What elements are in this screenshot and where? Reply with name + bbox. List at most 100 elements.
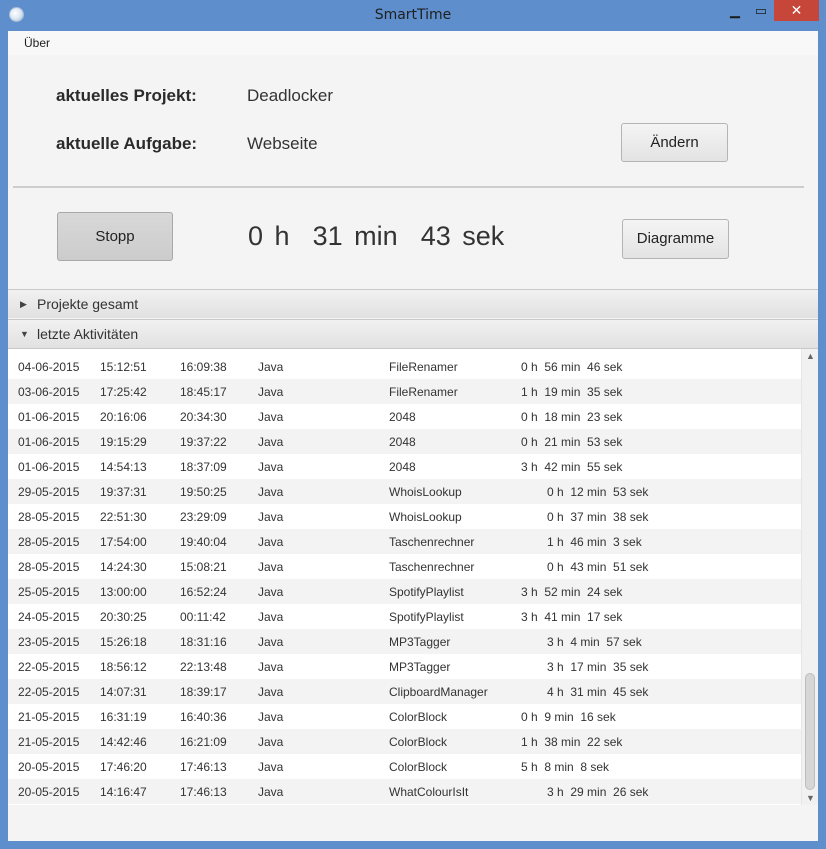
cell-end: 18:45:17 bbox=[180, 385, 227, 399]
cell-date: 20-05-2015 bbox=[18, 760, 80, 774]
table-row[interactable]: 29-05-2015 19:37:31 19:50:25 Java WhoisLooku… bbox=[8, 479, 801, 504]
cell-date: 22-05-2015 bbox=[18, 685, 80, 699]
cell-duration: 3 h 4 min 57 sek bbox=[547, 635, 642, 649]
change-button[interactable]: Ändern bbox=[621, 123, 728, 162]
close-button[interactable]: ✕ bbox=[774, 0, 819, 21]
cell-start: 18:56:12 bbox=[100, 660, 147, 674]
cell-category: Java bbox=[258, 635, 284, 649]
table-row[interactable]: 01-06-2015 20:16:06 20:34:30 Java 2048 0 h 18… bbox=[8, 404, 801, 429]
table-row[interactable]: 21-05-2015 16:31:19 16:40:36 Java ColorBlock… bbox=[8, 704, 801, 729]
cell-date: 03-06-2015 bbox=[18, 385, 80, 399]
table-row[interactable]: 23-05-2015 15:26:18 18:31:16 Java MP3Tagger 3… bbox=[8, 629, 801, 654]
cell-category: Java bbox=[258, 760, 284, 774]
table-row[interactable]: 22-05-2015 18:56:12 22:13:48 Java MP3Tagger 3… bbox=[8, 654, 801, 679]
current-project-label: aktuelles Projekt: bbox=[56, 86, 197, 105]
section-recent-activities[interactable]: ▼ letzte Aktivitäten bbox=[8, 319, 818, 348]
cell-project: 2048 bbox=[389, 460, 416, 474]
cell-project: 2048 bbox=[389, 410, 416, 424]
minimize-button[interactable]: ▁ bbox=[722, 0, 748, 21]
cell-start: 16:31:19 bbox=[100, 710, 147, 724]
cell-start: 15:12:51 bbox=[100, 360, 147, 374]
menu-bar: Über bbox=[8, 31, 818, 56]
scroll-down-icon[interactable]: ▼ bbox=[802, 791, 818, 805]
cell-category: Java bbox=[258, 460, 284, 474]
cell-duration: 3 h 29 min 26 sek bbox=[547, 785, 649, 799]
cell-duration: 3 h 52 min 24 sek bbox=[521, 585, 623, 599]
cell-category: Java bbox=[258, 360, 284, 374]
menu-item-about[interactable]: Über bbox=[24, 36, 50, 50]
cell-duration: 4 h 31 min 45 sek bbox=[547, 685, 649, 699]
title-bar[interactable]: SmartTime ▁ ▭ ✕ bbox=[0, 0, 826, 31]
table-row[interactable]: 20-05-2015 17:46:20 17:46:13 Java ColorBlock… bbox=[8, 754, 801, 779]
cell-project: ColorBlock bbox=[389, 710, 448, 724]
close-icon: ✕ bbox=[790, 2, 803, 18]
section-projects-total[interactable]: ▶ Projekte gesamt bbox=[8, 289, 818, 318]
table-row[interactable]: 01-06-2015 19:15:29 19:37:22 Java 2048 0 h 21… bbox=[8, 429, 801, 454]
cell-duration: 5 h 8 min 8 sek bbox=[521, 760, 610, 774]
table-row[interactable]: 03-06-2015 17:25:42 18:45:17 Java FileRename… bbox=[8, 379, 801, 404]
activities-list[interactable]: 04-06-2015 15:12:51 16:09:38 Java FileRename… bbox=[8, 348, 818, 807]
cell-start: 17:54:00 bbox=[100, 535, 147, 549]
cell-category: Java bbox=[258, 685, 284, 699]
cell-duration: 3 h 41 min 17 sek bbox=[521, 610, 623, 624]
cell-date: 20-05-2015 bbox=[18, 785, 80, 799]
cell-end: 18:37:09 bbox=[180, 460, 227, 474]
table-row[interactable]: 28-05-2015 17:54:00 19:40:04 Java Taschenrec… bbox=[8, 529, 801, 554]
cell-end: 22:13:48 bbox=[180, 660, 227, 674]
cell-end: 18:31:16 bbox=[180, 635, 227, 649]
cell-start: 14:24:30 bbox=[100, 560, 147, 574]
stop-button[interactable]: Stopp bbox=[57, 212, 173, 261]
collapse-arrow-icon: ▼ bbox=[20, 329, 29, 339]
cell-duration: 0 h 56 min 46 sek bbox=[521, 360, 623, 374]
cell-end: 20:34:30 bbox=[180, 410, 227, 424]
scroll-up-icon[interactable]: ▲ bbox=[802, 349, 818, 363]
cell-category: Java bbox=[258, 785, 284, 799]
cell-end: 19:50:25 bbox=[180, 485, 227, 499]
table-row[interactable]: 28-05-2015 14:24:30 15:08:21 Java Taschenrec… bbox=[8, 554, 801, 579]
cell-date: 28-05-2015 bbox=[18, 535, 80, 549]
timer-hours: 0 bbox=[248, 221, 264, 251]
timer-seconds: 43 bbox=[420, 221, 451, 251]
section-recent-activities-label: letzte Aktivitäten bbox=[37, 326, 139, 342]
cell-category: Java bbox=[258, 485, 284, 499]
maximize-button[interactable]: ▭ bbox=[748, 0, 774, 21]
table-row[interactable]: 20-05-2015 14:16:47 17:46:13 Java WhatColour… bbox=[8, 779, 801, 804]
table-row[interactable]: 01-06-2015 14:54:13 18:37:09 Java 2048 3 h 42… bbox=[8, 454, 801, 479]
cell-end: 16:52:24 bbox=[180, 585, 227, 599]
cell-end: 16:09:38 bbox=[180, 360, 227, 374]
minimize-icon: ▁ bbox=[730, 3, 740, 18]
cell-date: 23-05-2015 bbox=[18, 635, 80, 649]
cell-start: 17:46:20 bbox=[100, 760, 147, 774]
timer-minutes-unit: min bbox=[354, 221, 398, 251]
cell-project: ClipboardManager bbox=[389, 685, 488, 699]
cell-category: Java bbox=[258, 385, 284, 399]
cell-end: 15:08:21 bbox=[180, 560, 227, 574]
cell-category: Java bbox=[258, 560, 284, 574]
vertical-scrollbar[interactable]: ▲ ▼ bbox=[801, 349, 818, 806]
cell-duration: 1 h 19 min 35 sek bbox=[521, 385, 623, 399]
table-row[interactable]: 24-05-2015 20:30:25 00:11:42 Java SpotifyPla… bbox=[8, 604, 801, 629]
cell-date: 21-05-2015 bbox=[18, 710, 80, 724]
table-row[interactable]: 28-05-2015 22:51:30 23:29:09 Java WhoisLooku… bbox=[8, 504, 801, 529]
cell-duration: 3 h 17 min 35 sek bbox=[547, 660, 649, 674]
cell-start: 20:16:06 bbox=[100, 410, 147, 424]
diagrams-button[interactable]: Diagramme bbox=[622, 219, 729, 259]
cell-date: 04-06-2015 bbox=[18, 360, 80, 374]
cell-date: 25-05-2015 bbox=[18, 585, 80, 599]
cell-end: 19:40:04 bbox=[180, 535, 227, 549]
table-row[interactable]: 21-05-2015 14:42:46 16:21:09 Java ColorBlock… bbox=[8, 729, 801, 754]
cell-start: 20:30:25 bbox=[100, 610, 147, 624]
cell-date: 01-06-2015 bbox=[18, 460, 80, 474]
cell-project: SpotifyPlaylist bbox=[389, 610, 464, 624]
scrollbar-thumb[interactable] bbox=[805, 673, 815, 790]
table-row[interactable]: 25-05-2015 13:00:00 16:52:24 Java SpotifyPla… bbox=[8, 579, 801, 604]
cell-duration: 0 h 43 min 51 sek bbox=[547, 560, 649, 574]
window-title: SmartTime bbox=[374, 7, 452, 23]
cell-project: Taschenrechner bbox=[389, 560, 475, 574]
cell-category: Java bbox=[258, 535, 284, 549]
timer-hours-unit: h bbox=[274, 221, 290, 251]
table-row[interactable]: 22-05-2015 14:07:31 18:39:17 Java ClipboardM… bbox=[8, 679, 801, 704]
table-row[interactable]: 04-06-2015 15:12:51 16:09:38 Java FileRename… bbox=[8, 354, 801, 379]
cell-category: Java bbox=[258, 510, 284, 524]
cell-category: Java bbox=[258, 610, 284, 624]
